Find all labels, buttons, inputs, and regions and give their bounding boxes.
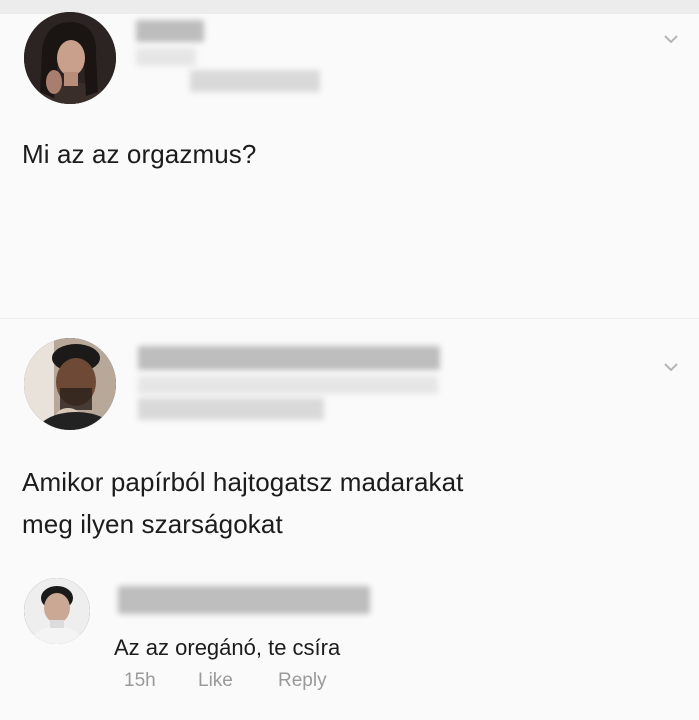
chevron-down-icon[interactable] [664, 34, 678, 44]
reply-author-avatar[interactable] [24, 578, 90, 644]
comment-text-line-2: meg ilyen szarságokat [22, 509, 283, 539]
post-author-avatar[interactable] [24, 12, 116, 104]
avatar-photo-child [24, 578, 90, 644]
post-author-subline-redacted [136, 48, 196, 66]
comment-author-avatar[interactable] [24, 338, 116, 430]
divider [0, 318, 699, 319]
post-author-name-redacted [136, 20, 204, 42]
comment-meta-redacted [138, 398, 324, 420]
avatar-photo-woman [24, 12, 116, 104]
like-button[interactable]: Like [198, 670, 233, 692]
comment-author-subline-redacted [138, 376, 438, 394]
reply-timestamp: 15h [124, 670, 156, 691]
comment-author-name-redacted [138, 346, 440, 370]
reply-button[interactable]: Reply [278, 670, 327, 692]
reply-text: Az az oregánó, te csíra [114, 635, 341, 660]
avatar-photo-man [24, 338, 116, 430]
post-text: Mi az az orgazmus? [22, 139, 257, 169]
comment-text-line-1: Amikor papírból hajtogatsz madarakat [22, 467, 464, 497]
chevron-down-icon[interactable] [664, 362, 678, 372]
reply-author-name-redacted [118, 586, 370, 614]
feed-page: Mi az az orgazmus? Amikor papírból hajto… [0, 0, 699, 720]
top-bar [0, 0, 699, 14]
post-meta-redacted [190, 70, 320, 92]
